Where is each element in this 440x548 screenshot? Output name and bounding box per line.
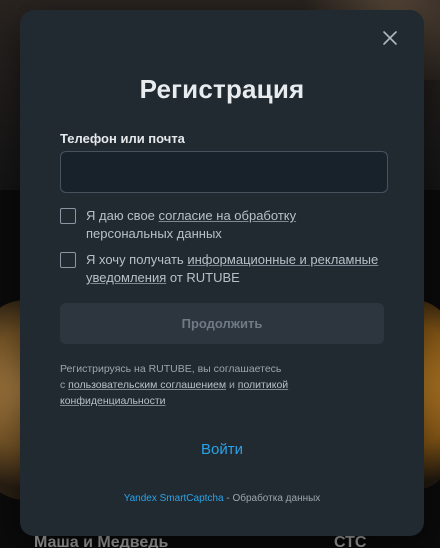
close-icon — [383, 31, 397, 45]
consent-processing-row: Я даю свое согласие на обработку персона… — [60, 207, 386, 243]
consent-ads-text: Я хочу получать информационные и рекламн… — [86, 251, 386, 287]
login-link[interactable]: Войти — [20, 441, 424, 458]
consent-processing-suffix: персональных данных — [86, 226, 222, 241]
modal-title: Регистрация — [139, 74, 305, 104]
phone-or-email-label: Телефон или почта — [60, 131, 185, 146]
registration-modal: Регистрация Телефон или почта Я даю свое… — [20, 10, 424, 536]
video-title-right: СТС — [334, 534, 367, 548]
continue-button[interactable]: Продолжить — [60, 303, 384, 344]
video-title-left: Маша и Медведь — [34, 534, 169, 548]
captcha-data-processing-link[interactable]: Обработка данных — [232, 493, 320, 504]
terms-prefix: с — [60, 379, 69, 391]
smartcaptcha-brand-link[interactable]: Yandex SmartCaptcha — [124, 493, 224, 504]
phone-or-email-input[interactable] — [60, 151, 388, 193]
consent-ads-row: Я хочу получать информационные и рекламн… — [60, 251, 386, 287]
consent-processing-link[interactable]: согласие на обработку — [159, 208, 297, 223]
captcha-notice: Yandex SmartCaptcha - Обработка данных — [20, 493, 424, 504]
close-button[interactable] — [380, 28, 400, 48]
consent-processing-prefix: Я даю свое — [86, 208, 159, 223]
consent-ads-checkbox[interactable] — [60, 252, 76, 268]
consent-ads-prefix: Я хочу получать — [86, 252, 188, 267]
terms-line1: Регистрируясь на RUTUBE, вы соглашаетесь — [60, 363, 282, 375]
terms-middle: и — [226, 379, 238, 391]
consent-processing-text: Я даю свое согласие на обработку персона… — [86, 207, 386, 243]
consent-processing-checkbox[interactable] — [60, 208, 76, 224]
consent-ads-suffix: от RUTUBE — [166, 270, 240, 285]
terms-notice: Регистрируясь на RUTUBE, вы соглашаетесь… — [60, 361, 390, 409]
user-agreement-link[interactable]: пользовательским соглашением — [68, 379, 226, 391]
